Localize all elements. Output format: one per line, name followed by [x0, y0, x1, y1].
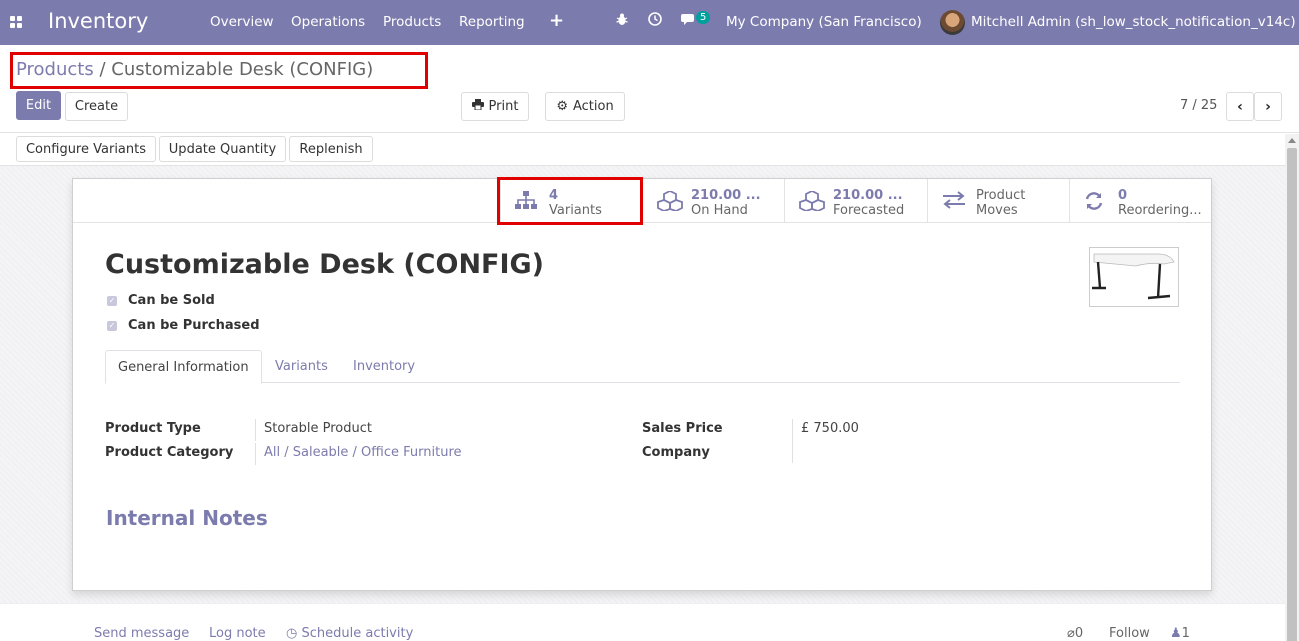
create-button[interactable]: Create [65, 92, 128, 121]
refresh-icon [1084, 191, 1104, 215]
update-quantity-button[interactable]: Update Quantity [159, 136, 286, 162]
clock-icon[interactable] [648, 12, 662, 30]
paperclip-icon: ⌀ [1067, 626, 1075, 641]
on-hand-value: 210.00 ... [691, 188, 761, 203]
can-be-purchased-label: Can be Purchased [128, 318, 260, 333]
pager-next-button[interactable]: › [1254, 92, 1282, 121]
product-moves-title: Product [976, 188, 1026, 203]
product-category-field[interactable]: All / Saleable / Office Furniture [264, 445, 462, 460]
chatter-topbar [0, 603, 1285, 641]
menu-overview[interactable]: Overview [210, 14, 274, 30]
product-image[interactable] [1089, 247, 1179, 307]
highlight-box-variants [497, 177, 643, 225]
notebook-tabs: General Information Variants Inventory [105, 350, 1180, 384]
app-title[interactable]: Inventory [48, 9, 148, 33]
reordering-label: Reordering... [1118, 203, 1202, 218]
print-icon [471, 99, 484, 114]
print-button[interactable]: Print [461, 92, 529, 121]
menu-reporting[interactable]: Reporting [459, 14, 525, 30]
action-button[interactable]: ⚙ Action [545, 92, 625, 121]
tab-variants[interactable]: Variants [263, 350, 340, 383]
followers-count: 1 [1181, 626, 1190, 641]
cubes-icon [657, 189, 683, 215]
send-message-button[interactable]: Send message [94, 626, 189, 641]
configure-variants-button[interactable]: Configure Variants [16, 136, 156, 162]
can-be-purchased-checkbox[interactable]: ✓ [107, 321, 117, 331]
can-be-sold-label: Can be Sold [128, 293, 215, 308]
reordering-smart-button[interactable]: 0 Reordering... [1069, 179, 1211, 222]
attachments-button[interactable]: ⌀0 [1067, 626, 1083, 641]
product-category-label: Product Category [105, 445, 234, 460]
avatar[interactable] [940, 10, 965, 35]
message-count-badge: 5 [696, 11, 711, 24]
sales-price-label: Sales Price [642, 421, 723, 436]
tab-inventory[interactable]: Inventory [341, 350, 427, 383]
chat-icon[interactable] [681, 12, 697, 30]
scrollbar-thumb[interactable] [1287, 148, 1297, 641]
can-be-sold-checkbox[interactable]: ✓ [107, 296, 117, 306]
schedule-activity-button[interactable]: ◷ Schedule activity [286, 626, 413, 641]
pager-previous-button[interactable]: ‹ [1226, 92, 1254, 121]
product-moves-smart-button[interactable]: Product Moves [927, 179, 1069, 222]
scrollbar[interactable] [1285, 134, 1299, 641]
followers-button[interactable]: ♟1 [1170, 626, 1190, 641]
on-hand-label: On Hand [691, 203, 748, 218]
forecasted-label: Forecasted [833, 203, 905, 218]
product-type-field[interactable]: Storable Product [264, 421, 372, 436]
divider [0, 132, 1299, 133]
product-title[interactable]: Customizable Desk (CONFIG) [105, 249, 544, 280]
replenish-button[interactable]: Replenish [289, 136, 373, 162]
tab-general-information[interactable]: General Information [105, 350, 262, 384]
reordering-count: 0 [1118, 188, 1128, 203]
sales-price-field[interactable]: £ 750.00 [801, 421, 859, 436]
company-label: Company [642, 445, 710, 460]
plus-icon[interactable]: + [549, 10, 564, 31]
exchange-icon [942, 191, 966, 213]
user-menu[interactable]: Mitchell Admin (sh_low_stock_notificatio… [971, 14, 1296, 30]
form-sheet: 4 Variants 210.00 ... On Hand 210.00 ...… [72, 178, 1212, 591]
menu-operations[interactable]: Operations [291, 14, 365, 30]
internal-notes-title: Internal Notes [106, 506, 268, 530]
scroll-up-icon[interactable] [1288, 138, 1296, 143]
product-moves-label: Moves [976, 203, 1018, 218]
field-separator [255, 419, 256, 441]
action-label: Action [572, 99, 614, 114]
field-separator [792, 419, 793, 463]
menu-products[interactable]: Products [383, 14, 441, 30]
cubes-icon [799, 189, 825, 215]
forecasted-value: 210.00 ... [833, 188, 903, 203]
forecasted-smart-button[interactable]: 210.00 ... Forecasted [784, 179, 926, 222]
apps-menu-icon[interactable] [10, 16, 22, 28]
chevron-right-icon: › [1265, 98, 1271, 115]
pager-value[interactable]: 7 / 25 [1180, 98, 1217, 113]
company-switcher[interactable]: My Company (San Francisco) [726, 14, 922, 30]
print-label: Print [488, 99, 519, 114]
edit-button[interactable]: Edit [16, 91, 61, 120]
attachments-count: 0 [1074, 626, 1084, 641]
top-navbar: Inventory Overview Operations Products R… [0, 0, 1299, 45]
log-note-button[interactable]: Log note [209, 626, 266, 641]
field-separator [255, 443, 256, 465]
highlight-box-breadcrumb [10, 52, 428, 89]
user-icon: ♟ [1170, 626, 1182, 641]
chevron-left-icon: ‹ [1237, 98, 1243, 115]
clock-icon: ◷ [286, 626, 298, 641]
product-type-label: Product Type [105, 421, 201, 436]
gear-icon: ⚙ [556, 99, 568, 114]
follow-button[interactable]: Follow [1109, 626, 1150, 641]
bug-icon[interactable] [616, 12, 628, 30]
schedule-activity-label: Schedule activity [301, 626, 414, 641]
on-hand-smart-button[interactable]: 210.00 ... On Hand [642, 179, 784, 222]
